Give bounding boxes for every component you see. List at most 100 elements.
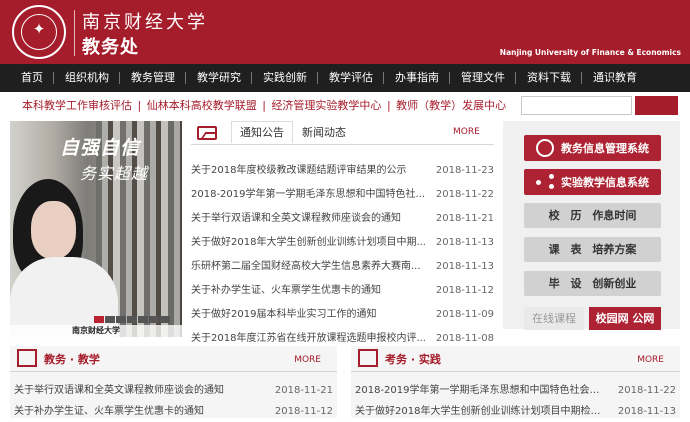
academic-system-label: 教务信息管理系统: [561, 142, 649, 155]
quick-link-alliance[interactable]: 仙林本科高校教学联盟: [147, 97, 257, 113]
slide-indicator-5[interactable]: [138, 316, 148, 323]
hero-title-line-2: 务实超越: [80, 164, 149, 183]
teaching-list: 关于举行双语课和全英文课程教师座谈会的通知 2018-11-21 关于补办学生证、…: [14, 380, 333, 422]
list-item-date: 2018-11-12: [274, 406, 333, 417]
notice-title[interactable]: 2018-2019学年第一学期毛泽东思想和中国特色社...: [191, 183, 426, 207]
notice-row[interactable]: 关于2018年度校级教改课题结题评审结果的公示 2018-11-23: [191, 159, 494, 183]
list-item-date: 2018-11-13: [617, 406, 676, 417]
list-item[interactable]: 关于补办学生证、火车票学生优惠卡的通知 2018-11-12: [14, 401, 333, 422]
nav-general-education[interactable]: 通识教育: [582, 64, 648, 92]
quick-link-faculty-development[interactable]: 教师（教学）发展中心: [396, 97, 506, 113]
student-face-shape: [31, 201, 76, 259]
notice-date: 2018-11-12: [435, 285, 494, 296]
teaching-section-header: 教务 · 教学 MORE: [10, 346, 337, 372]
school-logo[interactable]: ✦: [12, 5, 66, 59]
notice-date: 2018-11-09: [435, 309, 494, 320]
notice-title[interactable]: 关于补办学生证、火车票学生优惠卡的通知: [191, 279, 426, 303]
notice-divider: [191, 144, 494, 145]
list-item-title[interactable]: 关于做好2018年大学生创新创业训练计划项目中期检查...: [355, 401, 601, 422]
notice-title[interactable]: 乐研杯第二届全国财经高校大学生信息素养大赛南...: [191, 255, 426, 279]
quick-link-separator: |: [137, 99, 142, 112]
hero-image: 自强自信 务实超越: [10, 121, 182, 337]
notice-date: 2018-11-13: [435, 261, 494, 272]
tab-notices[interactable]: 通知公告: [231, 121, 293, 143]
teaching-more-link[interactable]: MORE: [294, 355, 321, 365]
teaching-section: 教务 · 教学 MORE 关于举行双语课和全英文课程教师座谈会的通知 2018-1…: [10, 346, 337, 418]
notice-date: 2018-11-22: [435, 189, 494, 200]
share-icon: [536, 173, 554, 191]
quick-link-audit[interactable]: 本科教学工作审核评估: [22, 97, 132, 113]
nav-home[interactable]: 首页: [10, 64, 54, 92]
search-button[interactable]: [635, 96, 678, 115]
notice-more-link[interactable]: MORE: [453, 127, 480, 137]
network-icon: [536, 139, 554, 157]
slide-indicator-7[interactable]: [160, 316, 170, 323]
list-item-date: 2018-11-22: [617, 385, 676, 396]
department-name: 教务处: [82, 37, 139, 58]
notice-tabs: 通知公告 新闻动态: [231, 121, 355, 143]
notice-date: 2018-11-23: [435, 165, 494, 176]
list-item-title[interactable]: 关于举行双语课和全英文课程教师座谈会的通知: [14, 380, 258, 401]
nav-service-guide[interactable]: 办事指南: [384, 64, 450, 92]
notice-date: 2018-11-21: [435, 213, 494, 224]
lab-system-button[interactable]: 实验教学信息系统: [524, 169, 661, 195]
nav-management-files[interactable]: 管理文件: [450, 64, 516, 92]
academic-system-button[interactable]: 教务信息管理系统: [524, 135, 661, 161]
slide-indicator-6[interactable]: [149, 316, 159, 323]
slide-indicator-1[interactable]: [94, 316, 104, 323]
quick-link-separator: |: [262, 99, 266, 112]
notice-row[interactable]: 关于举行双语课和全英文课程教师座谈会的通知 2018-11-21: [191, 207, 494, 231]
notice-row[interactable]: 关于做好2019届本科毕业实习工作的通知 2018-11-09: [191, 303, 494, 327]
lab-system-label: 实验教学信息系统: [561, 176, 649, 189]
graduation-innovation-button[interactable]: 毕 设 创新创业: [524, 271, 661, 296]
main-navigation: 首页 组织机构 教务管理 教学研究 实践创新 教学评估 办事指南 管理文件 资料…: [0, 64, 690, 92]
list-item[interactable]: 2018-2019学年第一学期毛泽东思想和中国特色社会主... 2018-11-2…: [355, 380, 676, 401]
exam-practice-section: 考务 · 实践 MORE 2018-2019学年第一学期毛泽东思想和中国特色社会…: [351, 346, 680, 418]
quick-link-lab-center[interactable]: 经济管理实验教学中心: [271, 97, 381, 113]
notice-row[interactable]: 关于补办学生证、火车票学生优惠卡的通知 2018-11-12: [191, 279, 494, 303]
terminal-icon: [358, 349, 378, 367]
exam-practice-section-title: 考务 · 实践: [385, 353, 441, 366]
list-item-title[interactable]: 2018-2019学年第一学期毛泽东思想和中国特色社会主...: [355, 380, 601, 401]
nav-teaching-evaluation[interactable]: 教学评估: [318, 64, 384, 92]
notice-date: 2018-11-13: [435, 237, 494, 248]
hero-caption: 南京财经大学: [10, 325, 182, 337]
logo-divider: [74, 10, 75, 56]
notice-title[interactable]: 关于做好2018年大学生创新创业训练计划项目中期...: [191, 231, 426, 255]
list-item-date: 2018-11-21: [274, 385, 333, 396]
nav-organization[interactable]: 组织机构: [54, 64, 120, 92]
online-course-button[interactable]: 在线课程: [524, 307, 584, 330]
calendar-schedule-button[interactable]: 校 历 作息时间: [524, 203, 661, 228]
slide-indicator-2[interactable]: [105, 316, 115, 323]
notice-row[interactable]: 乐研杯第二届全国财经高校大学生信息素养大赛南... 2018-11-13: [191, 255, 494, 279]
slide-indicator-3[interactable]: [116, 316, 126, 323]
exam-practice-section-header: 考务 · 实践 MORE: [351, 346, 680, 372]
timetable-program-button[interactable]: 课 表 培养方案: [524, 237, 661, 262]
slide-indicators: [94, 316, 171, 323]
notice-row[interactable]: 2018-2019学年第一学期毛泽东思想和中国特色社... 2018-11-22: [191, 183, 494, 207]
campus-public-network-button[interactable]: 校园网 公网: [589, 307, 661, 330]
list-item[interactable]: 关于做好2018年大学生创新创业训练计划项目中期检查... 2018-11-13: [355, 401, 676, 422]
list-item-title[interactable]: 关于补办学生证、火车票学生优惠卡的通知: [14, 401, 258, 422]
teaching-icon: [17, 349, 37, 367]
site-header: ✦ 南京财经大学 教务处 Nanjing University of Finan…: [0, 0, 690, 64]
nav-practice-innovation[interactable]: 实践创新: [252, 64, 318, 92]
hero-title-line-1: 自强自信: [60, 137, 141, 159]
exam-practice-list: 2018-2019学年第一学期毛泽东思想和中国特色社会主... 2018-11-2…: [355, 380, 676, 422]
list-item[interactable]: 关于举行双语课和全英文课程教师座谈会的通知 2018-11-21: [14, 380, 333, 401]
nav-teaching-research[interactable]: 教学研究: [186, 64, 252, 92]
notice-row[interactable]: 关于做好2018年大学生创新创业训练计划项目中期... 2018-11-13: [191, 231, 494, 255]
quick-access-panel: 教务信息管理系统 实验教学信息系统 校 历 作息时间 课 表 培养方案 毕 设 …: [503, 121, 680, 330]
notice-title[interactable]: 关于2018年度校级教改课题结题评审结果的公示: [191, 159, 426, 183]
search-input[interactable]: [521, 96, 632, 115]
school-name: 南京财经大学: [82, 12, 208, 33]
notice-title[interactable]: 关于举行双语课和全英文课程教师座谈会的通知: [191, 207, 426, 231]
logo-mark-icon: ✦: [32, 20, 46, 38]
nav-academic-affairs[interactable]: 教务管理: [120, 64, 186, 92]
notice-title[interactable]: 关于做好2019届本科毕业实习工作的通知: [191, 303, 426, 327]
notice-chart-icon: [197, 126, 217, 140]
exam-practice-more-link[interactable]: MORE: [637, 355, 664, 365]
slide-indicator-4[interactable]: [127, 316, 137, 323]
tab-news[interactable]: 新闻动态: [293, 121, 355, 143]
nav-downloads[interactable]: 资料下载: [516, 64, 582, 92]
